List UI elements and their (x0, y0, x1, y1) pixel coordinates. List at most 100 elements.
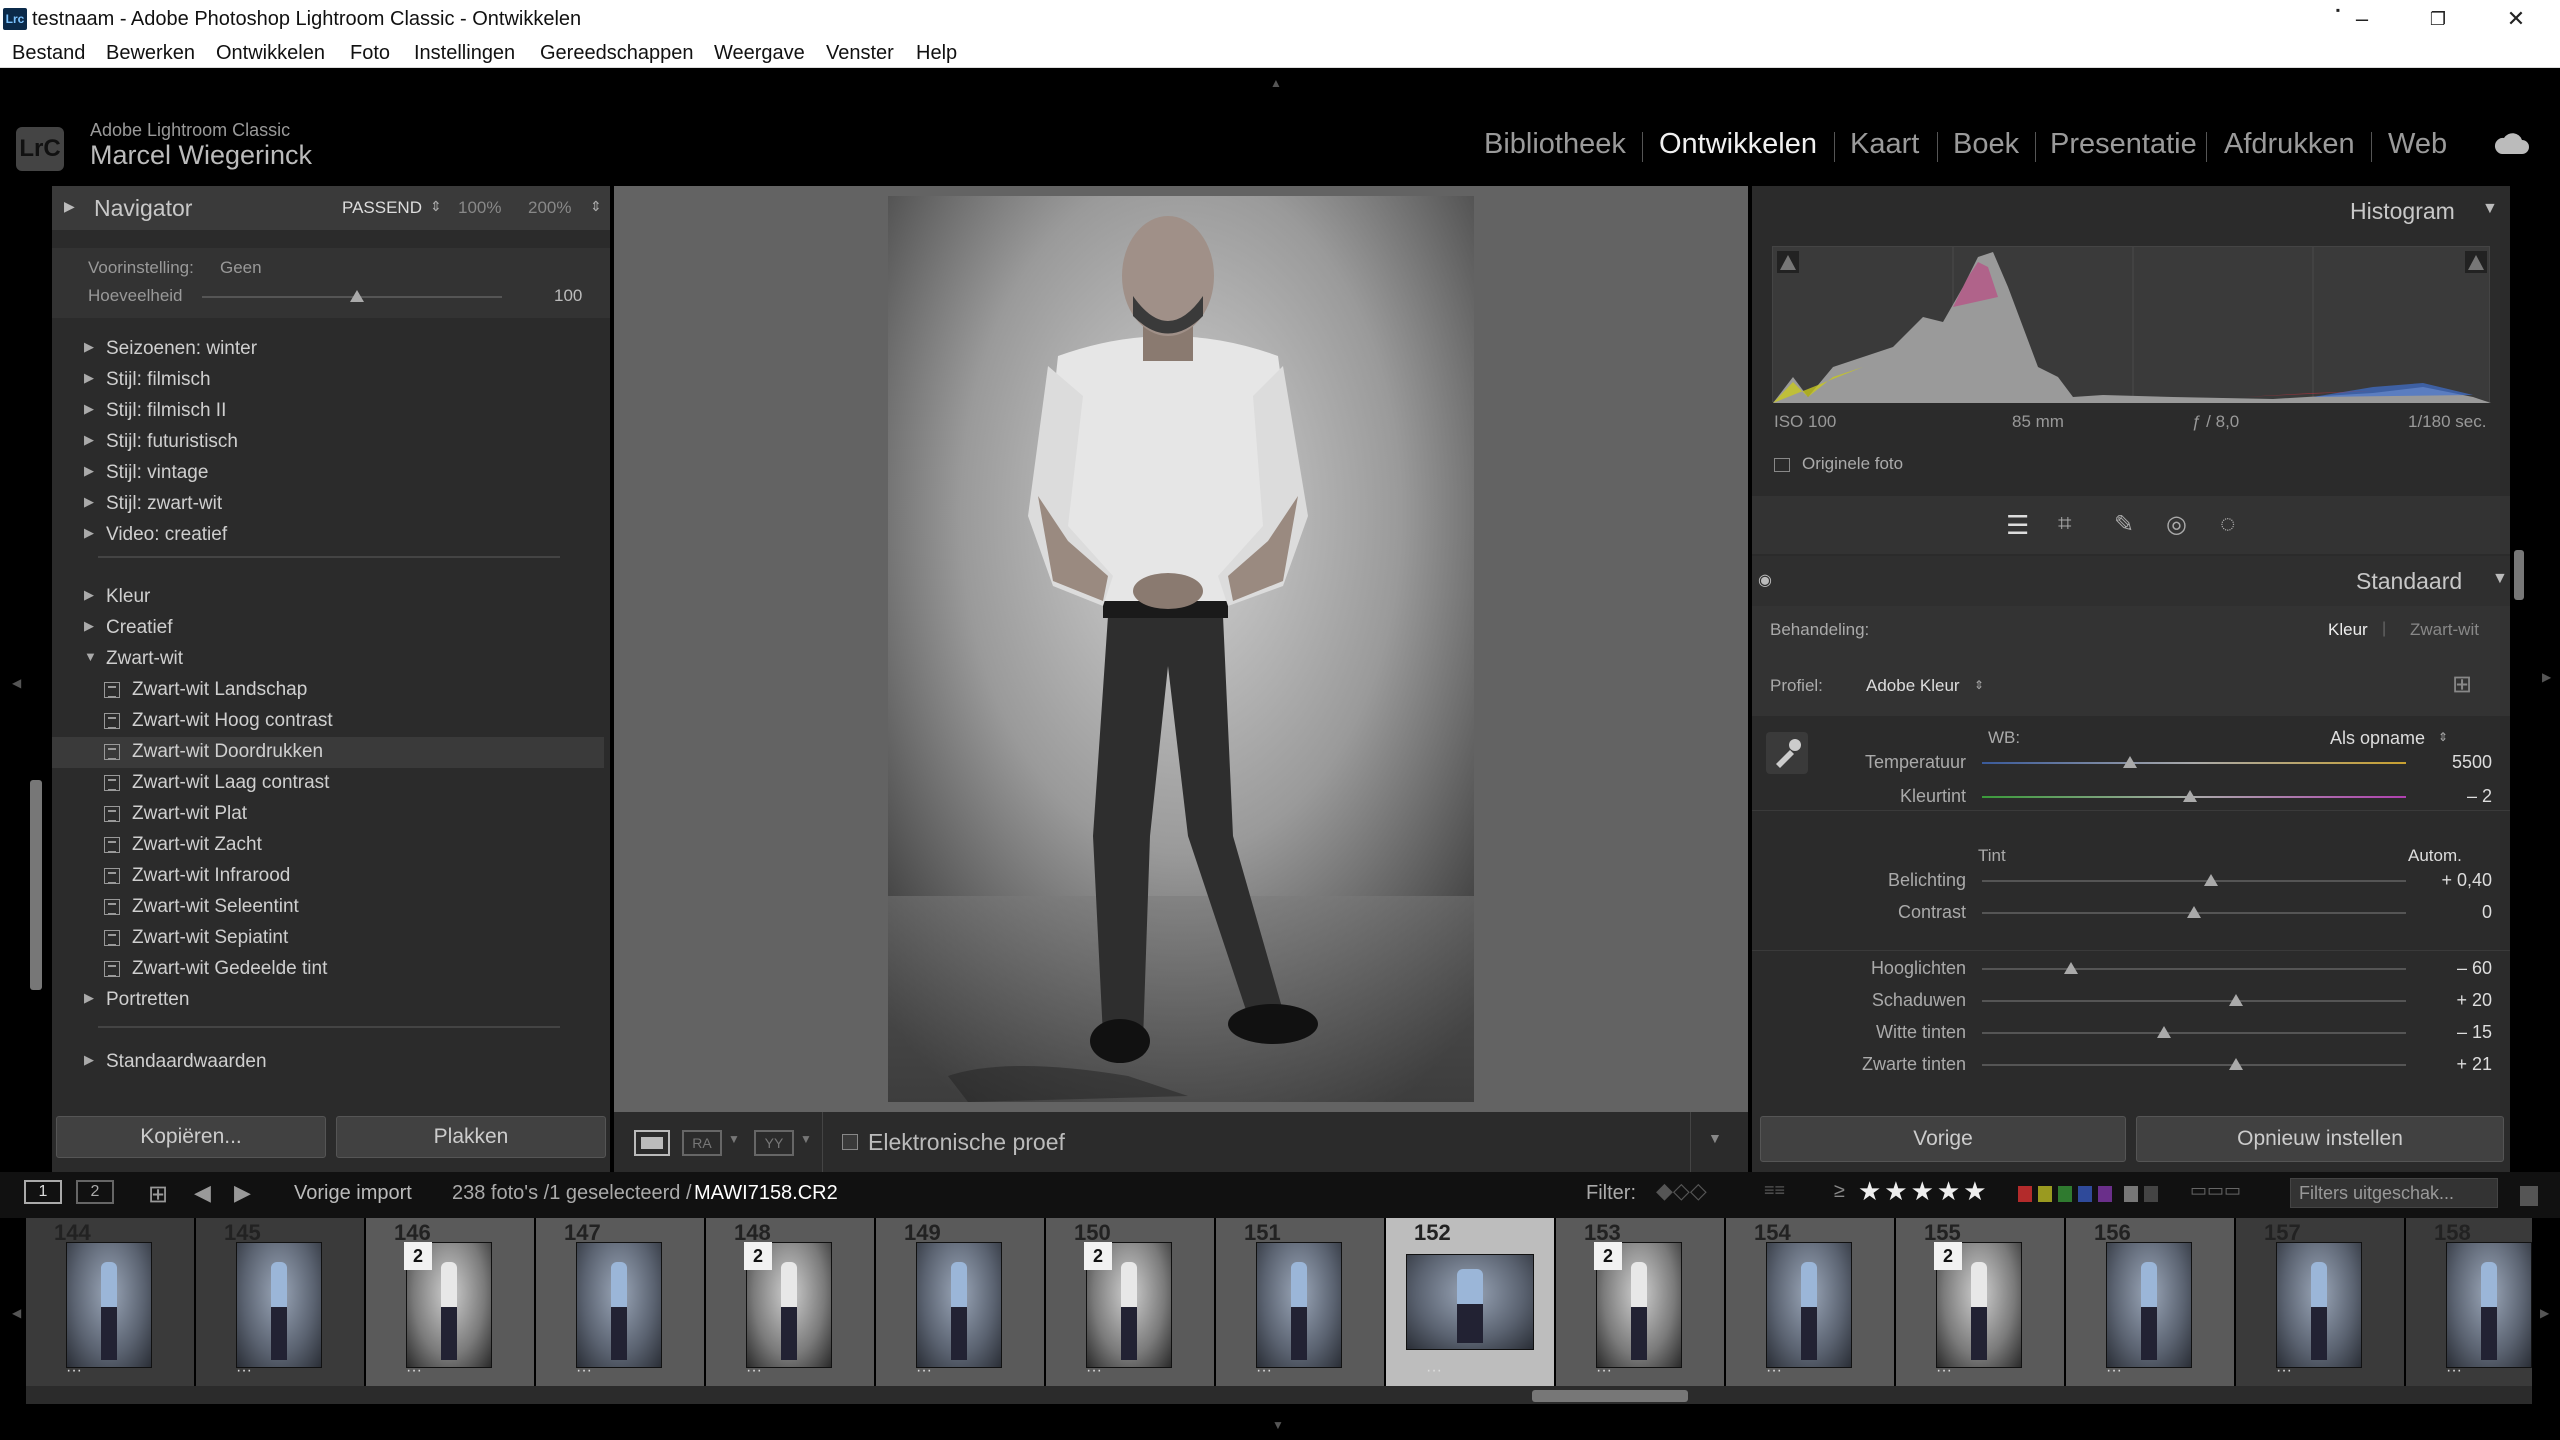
preset-item[interactable]: Zwart-wit Landschap (52, 675, 604, 706)
module-boek[interactable]: Boek (1953, 128, 2019, 161)
copy-button[interactable]: Kopiëren... (56, 1116, 326, 1158)
menu-gereedschappen[interactable]: Gereedschappen (540, 42, 693, 65)
slider-track[interactable] (1982, 1032, 2406, 1034)
filmstrip-thumb[interactable]: 145 ··· (196, 1218, 364, 1386)
slider-knob[interactable] (2229, 1058, 2244, 1070)
paste-button[interactable]: Plakken (336, 1116, 606, 1158)
preset-item[interactable]: Zwart-wit Infrarood (52, 861, 604, 892)
stack-badge[interactable]: 2 (1084, 1242, 1112, 1270)
rating-stars[interactable]: ★★★★★ (1858, 1176, 1990, 1207)
highlight-clipping-icon[interactable] (2465, 251, 2487, 273)
stack-badge[interactable]: 2 (744, 1242, 772, 1270)
filmstrip-thumb[interactable]: 156 ··· (2066, 1218, 2234, 1386)
stack-badge[interactable]: 2 (404, 1242, 432, 1270)
slider-knob[interactable] (2203, 874, 2218, 886)
filmstrip-thumb[interactable]: 144 ··· (26, 1218, 194, 1386)
filmstrip-thumb-selected[interactable]: 152 ··· (1386, 1218, 1554, 1386)
loupe-view-icon[interactable] (634, 1130, 670, 1156)
label-yellow[interactable] (2038, 1186, 2052, 1202)
preset-group-open[interactable]: ▼ Zwart-wit (52, 644, 604, 675)
label-green[interactable] (2058, 1186, 2072, 1202)
filmstrip-thumb[interactable]: 153 2 ··· (1556, 1218, 1724, 1386)
slider-value[interactable]: 5500 (2412, 752, 2492, 773)
redeye-icon[interactable]: ◎ (2166, 510, 2187, 539)
original-photo-checkbox[interactable] (1774, 458, 1790, 472)
preset-group[interactable]: ▶ Stijl: futuristisch (52, 427, 604, 458)
grid-view-icon[interactable]: ⊞ (148, 1180, 168, 1209)
slider-track[interactable] (1982, 1000, 2406, 1002)
screen1-button[interactable]: 1 (24, 1180, 62, 1204)
slider-knob[interactable] (2123, 756, 2138, 768)
crop-icon[interactable]: ⌗ (2058, 510, 2072, 538)
slider-value[interactable]: 0 (2412, 902, 2492, 923)
back-arrow-icon[interactable]: ◀ (194, 1180, 211, 1206)
preset-item-highlighted[interactable]: Zwart-wit Doordrukken (52, 737, 604, 768)
source-label[interactable]: Vorige import (294, 1182, 412, 1205)
collapse-top-icon[interactable]: ▲ (1270, 76, 1282, 90)
shadow-clipping-icon[interactable] (1777, 251, 1799, 273)
slider-value[interactable]: – 60 (2412, 958, 2492, 979)
left-scrollbar[interactable] (30, 780, 42, 990)
slider-value[interactable]: – 15 (2412, 1022, 2492, 1043)
filmstrip-thumb[interactable]: 146 2 ··· (366, 1218, 534, 1386)
label-red[interactable] (2018, 1186, 2032, 1202)
menu-foto[interactable]: Foto (350, 42, 390, 65)
menu-bewerken[interactable]: Bewerken (106, 42, 195, 65)
filmstrip-scrollbar-thumb[interactable] (1532, 1390, 1688, 1402)
zoom-fit[interactable]: PASSEND (342, 198, 422, 218)
edit-filter-icon[interactable]: ≡≡ (1764, 1180, 1785, 1201)
slider-knob[interactable] (2187, 906, 2201, 918)
basic-panel-header[interactable]: ◉ Standaard ▼ (1752, 556, 2510, 606)
label-blue[interactable] (2078, 1186, 2092, 1202)
eye-icon[interactable]: ◉ (1758, 570, 1772, 590)
before-after-split-view[interactable]: YY (754, 1130, 794, 1156)
filter-dropdown[interactable]: Filters uitgeschak... (2290, 1178, 2498, 1208)
label-custom[interactable] (2124, 1186, 2138, 1202)
edit-sliders-icon[interactable]: ☰ (2006, 510, 2029, 541)
preset-group[interactable]: ▶ Video: creatief (52, 520, 604, 551)
toolbar-dropdown-icon[interactable]: ▼ (1708, 1130, 1722, 1146)
slider-value[interactable]: + 21 (2412, 1054, 2492, 1075)
module-web[interactable]: Web (2388, 128, 2447, 161)
preset-group[interactable]: ▶ Seizoenen: winter (52, 334, 604, 365)
module-ontwikkelen[interactable]: Ontwikkelen (1659, 128, 1817, 161)
preset-item[interactable]: Zwart-wit Plat (52, 799, 604, 830)
auto-button[interactable]: Autom. (2408, 846, 2462, 866)
slider-knob[interactable] (2229, 994, 2244, 1006)
label-purple[interactable] (2098, 1186, 2112, 1202)
slider-track[interactable] (1982, 762, 2406, 764)
masking-icon[interactable]: ◌ (2220, 508, 2235, 539)
preset-group[interactable]: ▶ Kleur (52, 582, 604, 613)
collapse-bottom-right-icon[interactable]: ▶ (2540, 1306, 2549, 1320)
filmstrip-thumb[interactable]: 149 ··· (876, 1218, 1044, 1386)
before-after-view[interactable]: RA (682, 1130, 722, 1156)
module-afdrukken[interactable]: Afdrukken (2224, 128, 2355, 161)
slider-knob[interactable] (2157, 1026, 2172, 1038)
histogram-graph[interactable] (1772, 246, 2491, 403)
preset-item[interactable]: Zwart-wit Laag contrast (52, 768, 604, 799)
filmstrip-thumb[interactable]: 157 ··· (2236, 1218, 2404, 1386)
proof-checkbox[interactable] (842, 1134, 858, 1150)
filmstrip-thumb[interactable]: 147 ··· (536, 1218, 704, 1386)
preset-group[interactable]: ▶ Stijl: filmisch II (52, 396, 604, 427)
label-none[interactable] (2144, 1186, 2158, 1202)
slider-value[interactable]: + 20 (2412, 990, 2492, 1011)
collapse-bottom-icon[interactable]: ▼ (1272, 1418, 1284, 1432)
screen2-button[interactable]: 2 (76, 1180, 114, 1204)
stack-badge[interactable]: 2 (1594, 1242, 1622, 1270)
slider-value[interactable]: + 0,40 (2412, 870, 2492, 891)
preset-group[interactable]: ▶ Creatief (52, 613, 604, 644)
cloud-icon[interactable] (2494, 132, 2530, 156)
slider-knob[interactable] (2182, 790, 2197, 802)
collapse-right-icon[interactable]: ▶ (2542, 670, 2551, 684)
module-kaart[interactable]: Kaart (1850, 128, 1919, 161)
image-canvas[interactable] (614, 186, 1748, 1112)
menu-ontwikkelen[interactable]: Ontwikkelen (216, 42, 325, 65)
treatment-color[interactable]: Kleur (2328, 620, 2368, 640)
healing-icon[interactable]: ✎ (2114, 510, 2134, 539)
slider-track[interactable] (1982, 880, 2406, 882)
module-bibliotheek[interactable]: Bibliotheek (1484, 128, 1626, 161)
slider-knob[interactable] (2064, 962, 2079, 974)
treatment-bw[interactable]: Zwart-wit (2410, 620, 2479, 640)
preset-group[interactable]: ▶ Standaardwaarden (52, 1047, 604, 1078)
